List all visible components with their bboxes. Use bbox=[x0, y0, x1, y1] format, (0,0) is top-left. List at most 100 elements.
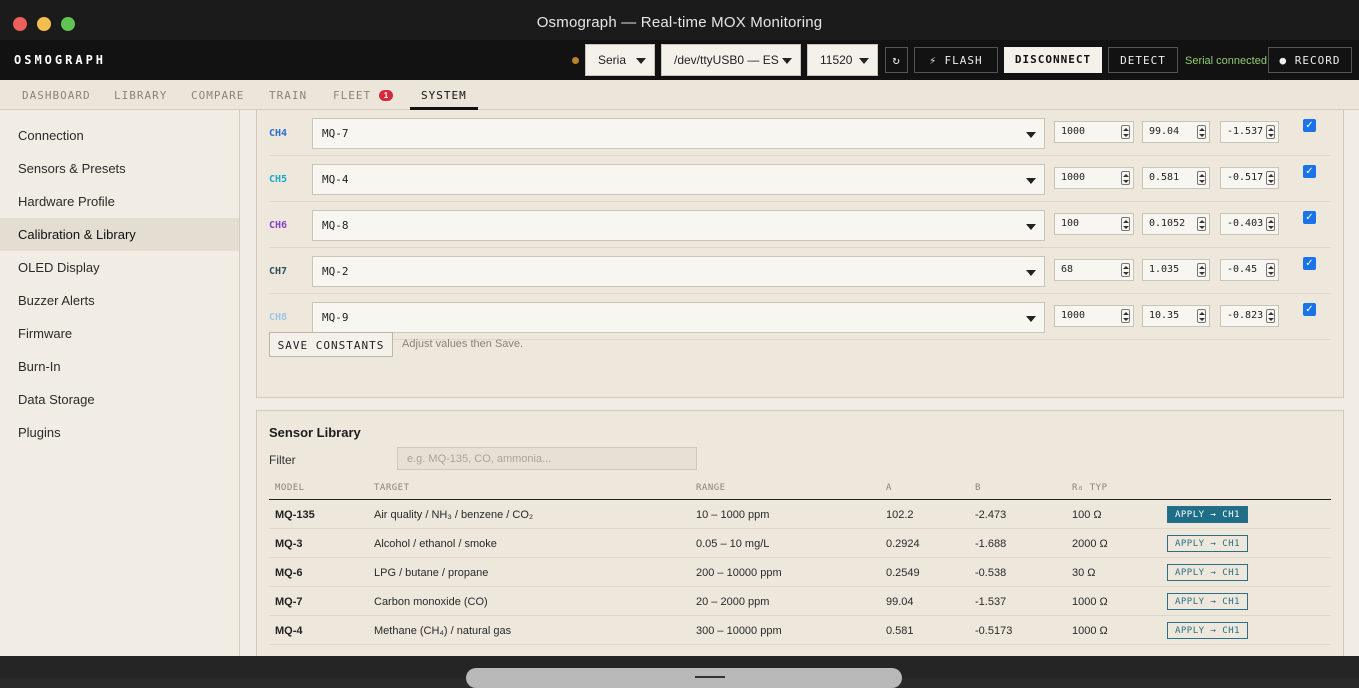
sidebar-item-plugins[interactable]: Plugins bbox=[0, 416, 239, 449]
rl-input[interactable]: 1000 bbox=[1054, 121, 1134, 143]
spinner-icon[interactable] bbox=[1121, 309, 1130, 323]
spinner-icon[interactable] bbox=[1266, 217, 1275, 231]
a-input[interactable]: 0.1052 bbox=[1142, 213, 1210, 235]
tab-train[interactable]: TRAIN bbox=[269, 89, 307, 102]
apply-to-channel-button[interactable]: APPLY → CH1 bbox=[1167, 506, 1248, 523]
apply-to-channel-button[interactable]: APPLY → CH1 bbox=[1167, 564, 1248, 581]
sidebar-item-firmware[interactable]: Firmware bbox=[0, 317, 239, 350]
chevron-down-icon bbox=[1026, 224, 1036, 230]
transport-select[interactable]: Seria bbox=[585, 44, 655, 76]
chevron-down-icon bbox=[1026, 270, 1036, 276]
sidebar-item-buzzer-alerts[interactable]: Buzzer Alerts bbox=[0, 284, 239, 317]
sensor-library-panel: Sensor Library Filter e.g. MQ-135, CO, a… bbox=[256, 410, 1344, 656]
baud-select[interactable]: 11520 bbox=[807, 44, 878, 76]
flash-button[interactable]: ⚡ FLASH bbox=[914, 47, 998, 73]
sidebar-item-connection[interactable]: Connection bbox=[0, 119, 239, 152]
detect-button[interactable]: DETECT bbox=[1108, 47, 1178, 73]
sidebar-item-oled-display[interactable]: OLED Display bbox=[0, 251, 239, 284]
spinner-icon[interactable] bbox=[1121, 263, 1130, 277]
cell-b: -2.473 bbox=[975, 509, 1007, 521]
channel-enabled-checkbox[interactable]: ✓ bbox=[1303, 119, 1316, 132]
cell-a: 0.2924 bbox=[886, 538, 920, 550]
refresh-ports-button[interactable]: ↻ bbox=[885, 47, 908, 73]
channel-model-select[interactable]: MQ-8 bbox=[312, 210, 1045, 241]
filter-input[interactable]: e.g. MQ-135, CO, ammonia... bbox=[397, 447, 697, 470]
chevron-down-icon bbox=[636, 58, 646, 64]
cell-model: MQ-135 bbox=[275, 509, 315, 521]
apply-to-channel-button[interactable]: APPLY → CH1 bbox=[1167, 535, 1248, 552]
a-input[interactable]: 0.581 bbox=[1142, 167, 1210, 189]
cell-b: -0.538 bbox=[975, 567, 1007, 579]
channel-model-value: MQ-8 bbox=[322, 219, 349, 232]
a-value: 10.35 bbox=[1149, 310, 1180, 321]
sidebar-item-sensors-presets[interactable]: Sensors & Presets bbox=[0, 152, 239, 185]
channel-row: CH8 MQ-9 1000 10.35 -0.823 ✓ bbox=[269, 294, 1331, 340]
cell-range: 10 – 1000 ppm bbox=[696, 509, 770, 521]
spinner-icon[interactable] bbox=[1121, 217, 1130, 231]
spinner-icon[interactable] bbox=[1266, 263, 1275, 277]
channel-enabled-checkbox[interactable]: ✓ bbox=[1303, 211, 1316, 224]
port-select[interactable]: /dev/ttyUSB0 — ES bbox=[661, 44, 801, 76]
cell-range: 300 – 10000 ppm bbox=[696, 625, 782, 637]
rl-input[interactable]: 100 bbox=[1054, 213, 1134, 235]
tab-fleet[interactable]: FLEET bbox=[333, 89, 371, 102]
b-input[interactable]: -0.45 bbox=[1220, 259, 1279, 281]
channel-model-select[interactable]: MQ-2 bbox=[312, 256, 1045, 287]
a-input[interactable]: 1.035 bbox=[1142, 259, 1210, 281]
spinner-icon[interactable] bbox=[1197, 217, 1206, 231]
sidebar-item-hardware-profile[interactable]: Hardware Profile bbox=[0, 185, 239, 218]
b-input[interactable]: -1.537 bbox=[1220, 121, 1279, 143]
channel-model-select[interactable]: MQ-9 bbox=[312, 302, 1045, 333]
channel-row: CH7 MQ-2 68 1.035 -0.45 ✓ bbox=[269, 248, 1331, 294]
rl-input[interactable]: 1000 bbox=[1054, 167, 1134, 189]
spinner-icon[interactable] bbox=[1197, 171, 1206, 185]
column-header-target: TARGET bbox=[374, 483, 410, 493]
column-header-b: B bbox=[975, 483, 981, 493]
chevron-down-icon bbox=[782, 58, 792, 64]
tab-library[interactable]: LIBRARY bbox=[114, 89, 167, 102]
cell-range: 200 – 10000 ppm bbox=[696, 567, 782, 579]
channel-label: CH5 bbox=[269, 174, 288, 185]
spinner-icon[interactable] bbox=[1266, 125, 1275, 139]
cell-r0: 100 Ω bbox=[1072, 509, 1102, 521]
cell-r0: 2000 Ω bbox=[1072, 538, 1108, 550]
sidebar-item-data-storage[interactable]: Data Storage bbox=[0, 383, 239, 416]
spinner-icon[interactable] bbox=[1121, 125, 1130, 139]
spinner-icon[interactable] bbox=[1266, 309, 1275, 323]
rl-input[interactable]: 1000 bbox=[1054, 305, 1134, 327]
a-input[interactable]: 99.04 bbox=[1142, 121, 1210, 143]
content-area: CH4 MQ-7 1000 99.04 -1.537 ✓ CH5 MQ-4 10… bbox=[241, 110, 1359, 656]
spinner-icon[interactable] bbox=[1197, 125, 1206, 139]
tab-dashboard[interactable]: DASHBOARD bbox=[22, 89, 91, 102]
filter-label: Filter bbox=[269, 453, 296, 467]
channel-model-select[interactable]: MQ-4 bbox=[312, 164, 1045, 195]
record-button[interactable]: ● RECORD bbox=[1268, 47, 1352, 73]
save-constants-button[interactable]: SAVE CONSTANTS bbox=[269, 332, 393, 357]
sidebar-item-calibration-library[interactable]: Calibration & Library bbox=[0, 218, 239, 251]
rl-input[interactable]: 68 bbox=[1054, 259, 1134, 281]
b-value: -0.403 bbox=[1227, 218, 1264, 229]
channel-model-select[interactable]: MQ-7 bbox=[312, 118, 1045, 149]
apply-to-channel-button[interactable]: APPLY → CH1 bbox=[1167, 593, 1248, 610]
channel-model-value: MQ-4 bbox=[322, 173, 349, 186]
tab-system[interactable]: SYSTEM bbox=[421, 89, 467, 102]
spinner-icon[interactable] bbox=[1121, 171, 1130, 185]
sidebar-item-burn-in[interactable]: Burn-In bbox=[0, 350, 239, 383]
channel-enabled-checkbox[interactable]: ✓ bbox=[1303, 303, 1316, 316]
b-input[interactable]: -0.517 bbox=[1220, 167, 1279, 189]
b-input[interactable]: -0.403 bbox=[1220, 213, 1279, 235]
apply-to-channel-button[interactable]: APPLY → CH1 bbox=[1167, 622, 1248, 639]
channel-enabled-checkbox[interactable]: ✓ bbox=[1303, 257, 1316, 270]
spinner-icon[interactable] bbox=[1266, 171, 1275, 185]
a-input[interactable]: 10.35 bbox=[1142, 305, 1210, 327]
disconnect-button[interactable]: DISCONNECT bbox=[1004, 47, 1102, 73]
cell-r0: 1000 Ω bbox=[1072, 596, 1108, 608]
spinner-icon[interactable] bbox=[1197, 263, 1206, 277]
channel-enabled-checkbox[interactable]: ✓ bbox=[1303, 165, 1316, 178]
chevron-down-icon bbox=[1026, 132, 1036, 138]
channel-row: CH5 MQ-4 1000 0.581 -0.517 ✓ bbox=[269, 156, 1331, 202]
tab-compare[interactable]: COMPARE bbox=[191, 89, 244, 102]
spinner-icon[interactable] bbox=[1197, 309, 1206, 323]
b-input[interactable]: -0.823 bbox=[1220, 305, 1279, 327]
cell-b: -0.5173 bbox=[975, 625, 1013, 637]
